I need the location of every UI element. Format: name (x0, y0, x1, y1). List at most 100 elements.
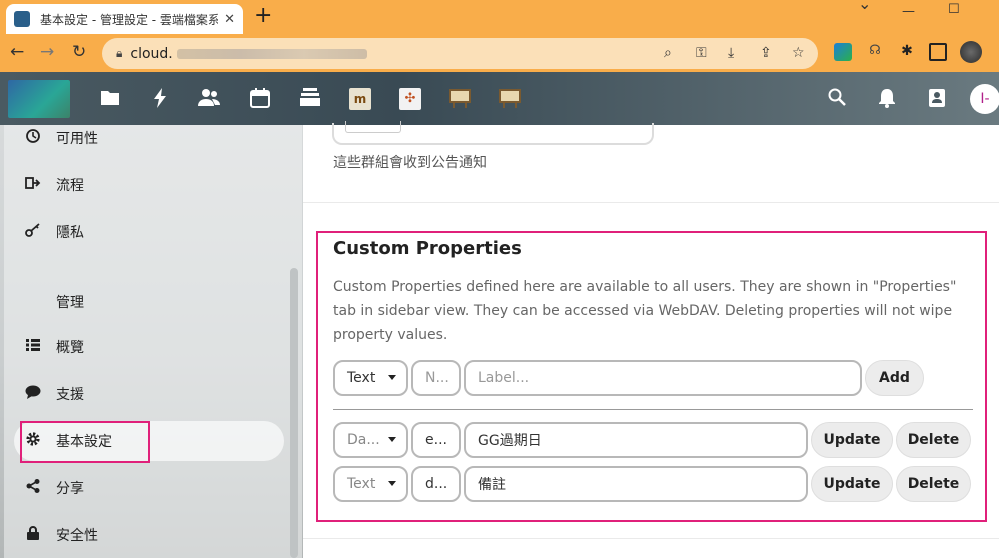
property-name-input[interactable]: d... (411, 466, 461, 502)
browser-tab-strip: 基本設定 - 管理設定 - 雲端檔案系 ✕ + ⌄ — ☐ (0, 0, 999, 34)
back-arrow-icon[interactable]: ← (10, 42, 24, 62)
sidebar-heading-admin: 管理 (56, 295, 84, 311)
settings-sidebar: 可用性 流程 隱私 管理 概覽 支援 基本設定 分享 安全性 (0, 125, 303, 558)
tab-search-chevron-icon[interactable]: ⌄ (858, 0, 871, 13)
new-property-name-input[interactable]: N... (411, 360, 461, 396)
sidebar-item-label: 分享 (56, 481, 84, 497)
share-icon (24, 479, 42, 497)
address-bar[interactable]: 🔒︎ cloud. ⌕ ⚿ ⤓ ⇪ ☆ (102, 38, 818, 69)
flow-icon (24, 177, 42, 193)
property-label-input[interactable]: GG過期日 (464, 422, 808, 458)
custom-properties-title: Custom Properties (333, 238, 522, 259)
extension-mouse-icon[interactable]: ☊ (866, 43, 884, 61)
search-icon[interactable] (826, 88, 848, 110)
extensions-puzzle-icon[interactable]: ✱ (898, 43, 916, 61)
select-value: Da... (347, 432, 380, 448)
key-icon[interactable]: ⚿ (696, 45, 707, 61)
files-folder-icon[interactable] (99, 88, 121, 110)
chevron-down-icon (388, 437, 396, 442)
property-type-select[interactable]: Da... (333, 422, 408, 458)
key-icon (24, 223, 42, 241)
input-value: GG過期日 (478, 433, 542, 449)
sidebar-item-label: 安全性 (56, 528, 98, 544)
select-value: Text (347, 370, 376, 386)
input-placeholder: Label... (478, 370, 530, 386)
sidebar-item-sharing[interactable]: 分享 (14, 468, 284, 508)
property-label-input[interactable]: 備註 (464, 466, 808, 502)
tab-close-icon[interactable]: ✕ (224, 12, 235, 27)
select-value: Text (347, 476, 376, 492)
contacts-menu-icon[interactable] (926, 88, 948, 110)
sidebar-item-security[interactable]: 安全性 (14, 515, 284, 555)
minimize-button[interactable]: — (902, 4, 915, 19)
forward-arrow-icon[interactable]: → (40, 42, 54, 62)
zoom-search-icon[interactable]: ⌕ (664, 45, 672, 61)
sidebar-item-overview[interactable]: 概覽 (14, 327, 284, 367)
sidebar-item-label: 概覽 (56, 340, 84, 356)
chat-icon (24, 385, 42, 403)
sidebar-item-label: 支援 (56, 387, 84, 403)
profile-avatar[interactable] (960, 41, 982, 63)
input-value: e... (425, 432, 447, 448)
custom-properties-description: Custom Properties defined here are avail… (333, 279, 957, 343)
input-value: 備註 (478, 477, 506, 493)
deck-stack-icon[interactable] (299, 88, 321, 110)
sidebar-item-privacy[interactable]: 隱私 (14, 212, 284, 252)
browser-tab[interactable]: 基本設定 - 管理設定 - 雲端檔案系 ✕ (6, 4, 243, 34)
app-board-icon[interactable] (449, 88, 471, 110)
share-page-icon[interactable]: ⇪ (760, 45, 772, 61)
extension-download-icon[interactable] (834, 43, 852, 61)
group-select-tag (345, 121, 401, 133)
lock-icon: 🔒︎ (116, 46, 123, 60)
new-tab-button[interactable]: + (254, 3, 272, 28)
new-property-label-input[interactable]: Label... (464, 360, 862, 396)
clock-icon (24, 129, 42, 147)
bookmark-star-icon[interactable]: ☆ (792, 45, 805, 61)
url-host: cloud. (130, 45, 173, 62)
sidebar-item-label: 流程 (56, 178, 84, 194)
sidebar-item-label: 隱私 (56, 225, 84, 241)
settings-content: 這些群組會收到公告通知 Custom Properties Custom Pro… (303, 121, 999, 558)
site-favicon-icon (14, 11, 30, 27)
list-icon (24, 339, 42, 355)
url-path-redacted (176, 48, 367, 59)
section-divider (303, 202, 999, 203)
contacts-icon[interactable] (198, 88, 220, 110)
announcement-groups-hint: 這些群組會收到公告通知 (333, 155, 487, 171)
new-property-type-select[interactable]: Text (333, 360, 408, 396)
chevron-down-icon (388, 481, 396, 486)
calendar-icon[interactable] (249, 88, 271, 110)
app-dots-icon[interactable]: ✣ (399, 88, 421, 110)
reload-icon[interactable]: ↻ (72, 42, 86, 62)
add-property-button[interactable]: Add (865, 360, 924, 396)
app-board2-icon[interactable] (499, 88, 521, 110)
maximize-button[interactable]: ☐ (948, 2, 960, 17)
property-type-select[interactable]: Text (333, 466, 408, 502)
sidebar-item-support[interactable]: 支援 (14, 374, 284, 414)
chevron-down-icon (388, 375, 396, 380)
sidebar-scrollbar[interactable] (290, 268, 298, 558)
sidebar-item-availability[interactable]: 可用性 (14, 118, 284, 158)
sidebar-item-label: 可用性 (56, 131, 98, 147)
notifications-bell-icon[interactable] (876, 88, 898, 110)
delete-property-button[interactable]: Delete (896, 466, 971, 502)
update-property-button[interactable]: Update (811, 422, 893, 458)
section-divider (303, 538, 999, 539)
input-placeholder: N... (425, 370, 449, 386)
lock-icon (24, 526, 42, 544)
browser-toolbar: ← → ↻ 🔒︎ cloud. ⌕ ⚿ ⤓ ⇪ ☆ ☊ ✱ (0, 34, 999, 72)
app-logo[interactable] (8, 80, 70, 118)
install-app-icon[interactable]: ⤓ (728, 45, 734, 61)
user-avatar[interactable]: I- (970, 84, 999, 114)
delete-property-button[interactable]: Delete (896, 422, 971, 458)
sidebar-item-flow[interactable]: 流程 (14, 165, 284, 205)
input-value: d... (425, 476, 448, 492)
update-property-button[interactable]: Update (811, 466, 893, 502)
tab-title: 基本設定 - 管理設定 - 雲端檔案系 (40, 12, 219, 27)
app-m-icon[interactable]: m (349, 88, 371, 110)
property-name-input[interactable]: e... (411, 422, 461, 458)
highlight-annotation-sidebar (20, 421, 150, 463)
side-panel-icon[interactable] (929, 43, 947, 61)
properties-list-divider (333, 409, 973, 410)
activity-bolt-icon[interactable] (149, 88, 171, 110)
